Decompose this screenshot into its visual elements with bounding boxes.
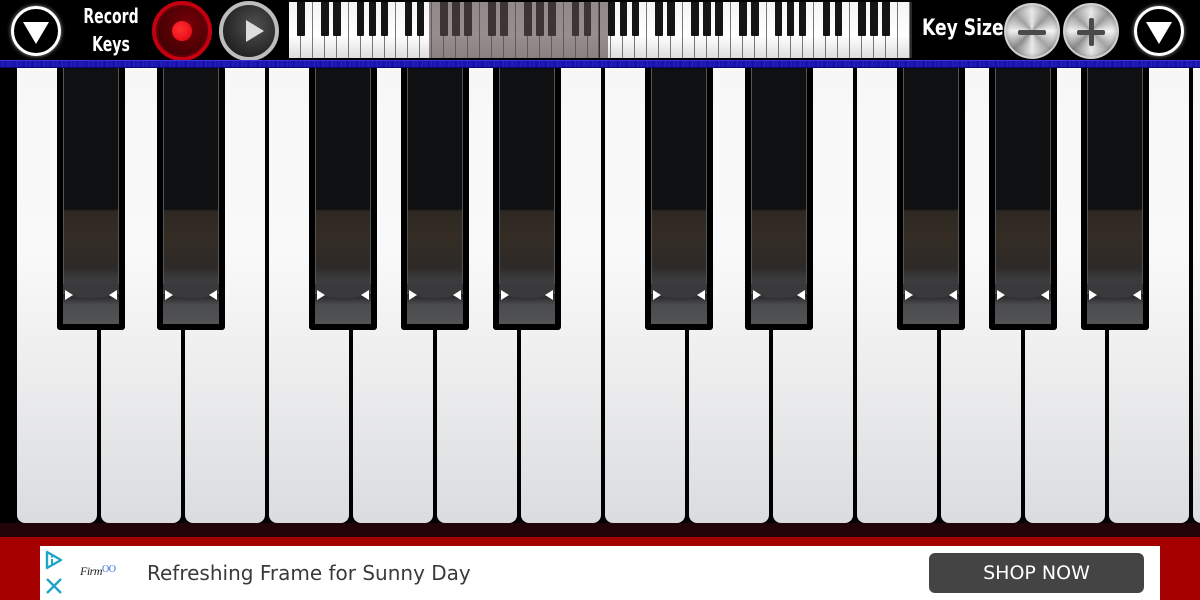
mini-keyboard-viewport-handle[interactable] <box>429 2 609 58</box>
mini-black-key <box>631 2 640 36</box>
mini-black-key <box>703 2 711 36</box>
close-icon[interactable] <box>44 576 64 596</box>
mini-black-key <box>416 2 425 36</box>
mini-black-key <box>715 2 723 36</box>
white-key-c[interactable] <box>1193 68 1200 523</box>
key-size-decrease-button[interactable] <box>1004 3 1060 59</box>
record-icon <box>172 21 192 41</box>
mini-black-key <box>655 2 664 36</box>
black-key-d-sharp[interactable] <box>157 68 225 330</box>
left-menu-button[interactable] <box>11 6 61 56</box>
ad-choices-icon[interactable] <box>44 550 64 570</box>
black-key-d-sharp[interactable] <box>745 68 813 330</box>
mini-black-key <box>380 2 389 36</box>
mini-black-key <box>882 2 890 36</box>
black-key-f-sharp[interactable] <box>309 68 377 330</box>
piano-keyboard <box>0 68 1200 527</box>
mini-black-key <box>798 2 807 36</box>
keyboard-base <box>0 523 1200 537</box>
mini-black-key <box>870 2 878 36</box>
chevron-down-icon <box>1146 22 1172 45</box>
logo-accent: OO <box>102 564 116 575</box>
mini-black-key <box>667 2 675 36</box>
black-key-g-sharp[interactable] <box>401 68 469 330</box>
mini-black-key <box>356 2 365 36</box>
mini-black-key <box>619 2 628 36</box>
advertiser-logo: FirmOO <box>80 564 116 579</box>
mini-black-key <box>858 2 867 36</box>
mini-black-key <box>368 2 377 36</box>
black-key-f-sharp[interactable] <box>897 68 965 330</box>
mini-keyboard-edge <box>910 2 912 58</box>
mini-black-key <box>750 2 759 36</box>
key-size-increase-button[interactable] <box>1063 3 1119 59</box>
chevron-down-icon <box>23 22 49 45</box>
mini-black-key <box>738 2 747 36</box>
mini-black-key <box>404 2 413 36</box>
mini-black-key <box>691 2 699 36</box>
logo-text: Firm <box>80 564 103 578</box>
mini-black-key <box>786 2 795 36</box>
play-icon <box>246 20 264 42</box>
play-button[interactable] <box>219 1 279 61</box>
ad-banner[interactable]: FirmOO Refreshing Frame for Sunny Day SH… <box>40 546 1160 600</box>
shop-now-button[interactable]: SHOP NOW <box>929 553 1144 593</box>
record-keys-label: Record Keys <box>81 2 142 58</box>
key-size-label: Key Size <box>922 16 1004 41</box>
right-menu-button[interactable] <box>1134 6 1184 56</box>
accent-strip <box>0 60 1200 68</box>
mini-black-key <box>774 2 783 36</box>
black-key-g-sharp[interactable] <box>989 68 1057 330</box>
mini-black-key <box>321 2 329 36</box>
mini-black-key <box>834 2 843 36</box>
black-key-a-sharp[interactable] <box>493 68 561 330</box>
mini-black-key <box>332 2 341 36</box>
mini-black-key <box>607 2 616 36</box>
record-label-line1: Record <box>83 4 139 28</box>
ad-title: Refreshing Frame for Sunny Day <box>147 561 471 585</box>
black-key-a-sharp[interactable] <box>1081 68 1149 330</box>
minus-icon <box>1018 30 1046 35</box>
mini-black-key <box>297 2 305 36</box>
black-key-c-sharp[interactable] <box>57 68 125 330</box>
mini-black-key <box>822 2 831 36</box>
top-toolbar: Record Keys Key Size <box>0 0 1200 61</box>
black-key-c-sharp[interactable] <box>645 68 713 330</box>
mini-keyboard-navigator[interactable] <box>289 2 910 58</box>
record-button[interactable] <box>152 1 212 61</box>
record-label-line2: Keys <box>92 32 130 56</box>
